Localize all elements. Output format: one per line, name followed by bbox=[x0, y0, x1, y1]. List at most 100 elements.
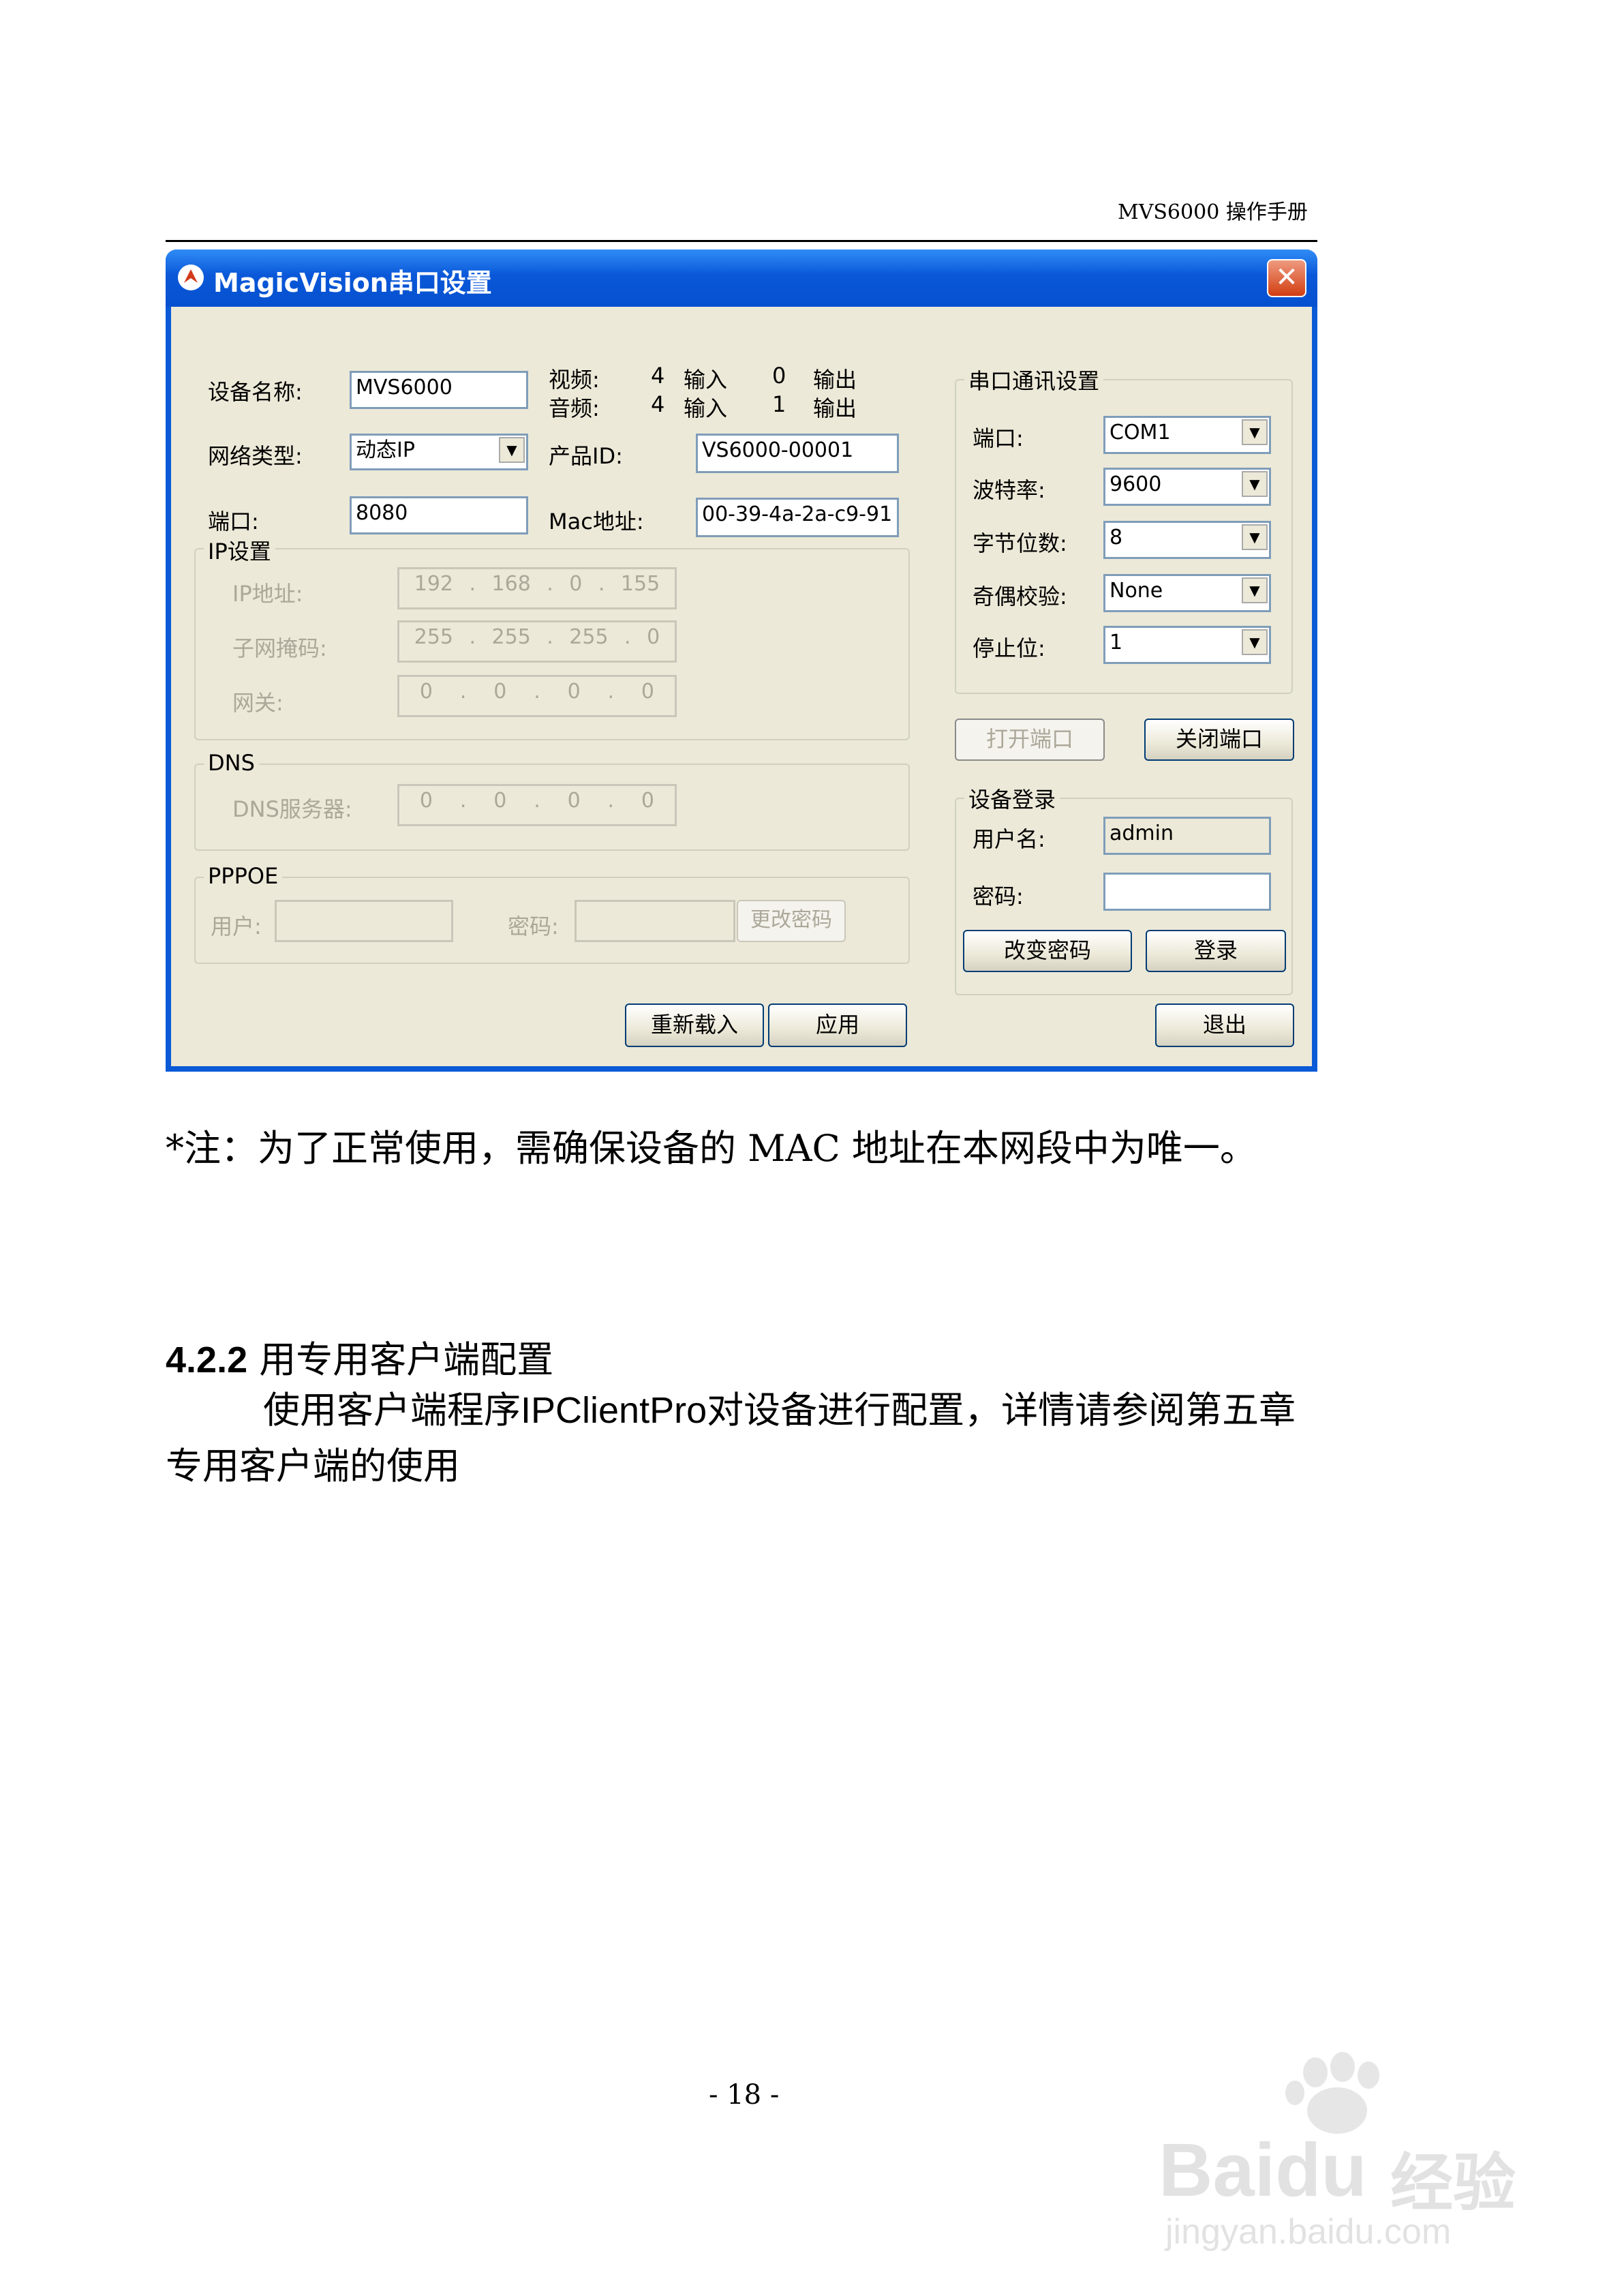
password-label: 密码: bbox=[973, 883, 1024, 909]
mask-octet-1: 255 bbox=[414, 625, 453, 649]
pppoe-group: PPPOE 用户: 密码: 更改密码 bbox=[194, 863, 910, 964]
watermark-brand: Bai bbox=[1159, 2128, 1276, 2212]
page-number: - 18 - bbox=[709, 2079, 780, 2111]
device-login-title: 设备登录 bbox=[964, 783, 1060, 814]
serial-port-select[interactable]: COM1 ▼ bbox=[1103, 416, 1271, 454]
dns-group: DNS DNS服务器: 0. 0. 0. 0 bbox=[194, 750, 910, 851]
gateway-octet-4: 0 bbox=[641, 680, 654, 704]
ip-address-label: IP地址: bbox=[232, 581, 303, 607]
dns-server-label: DNS服务器: bbox=[232, 796, 352, 822]
gateway-input: 0. 0. 0. 0 bbox=[397, 675, 677, 717]
chevron-down-icon[interactable]: ▼ bbox=[499, 437, 525, 463]
mask-octet-2: 255 bbox=[491, 625, 531, 649]
ip-octet-2: 168 bbox=[491, 572, 531, 596]
dns-octet-3: 0 bbox=[567, 789, 581, 813]
stop-bits-label: 停止位: bbox=[973, 635, 1045, 661]
close-port-button[interactable]: 关闭端口 bbox=[1144, 719, 1294, 761]
note-text: *注：为了正常使用，需确保设备的 MAC 地址在本网段中为唯一。 bbox=[166, 1127, 1257, 1170]
change-password-button[interactable]: 改变密码 bbox=[963, 930, 1132, 972]
baud-rate-value: 9600 bbox=[1110, 472, 1162, 496]
audio-outputs: 1 bbox=[772, 391, 786, 417]
ip-octet-4: 155 bbox=[620, 572, 660, 596]
section-heading: 4.2.2 用专用客户端配置 bbox=[166, 1329, 553, 1383]
chevron-down-icon[interactable]: ▼ bbox=[1242, 524, 1268, 550]
data-bits-value: 8 bbox=[1110, 526, 1123, 549]
title-bar[interactable]: MagicVision串口设置 ✕ bbox=[166, 250, 1317, 307]
mask-octet-4: 0 bbox=[647, 625, 660, 649]
gateway-octet-1: 0 bbox=[419, 680, 433, 704]
ip-octet-1: 192 bbox=[414, 572, 453, 596]
serial-port-label: 端口: bbox=[973, 425, 1024, 451]
close-button[interactable]: ✕ bbox=[1267, 259, 1306, 297]
pppoe-user-input bbox=[275, 900, 453, 942]
parity-select[interactable]: None ▼ bbox=[1103, 574, 1271, 612]
dns-octet-2: 0 bbox=[493, 789, 507, 813]
baud-rate-label: 波特率: bbox=[973, 477, 1045, 503]
serial-settings-group: 串口通讯设置 端口: COM1 ▼ 波特率: 9600 ▼ 字节位数: 8 ▼ … bbox=[955, 364, 1293, 694]
gateway-octet-3: 0 bbox=[567, 680, 581, 704]
window-title: MagicVision串口设置 bbox=[213, 268, 492, 298]
program-name: IPClientPro bbox=[521, 1390, 707, 1431]
serial-settings-title: 串口通讯设置 bbox=[964, 364, 1104, 395]
ip-octet-3: 0 bbox=[569, 572, 583, 596]
video-label: 视频: bbox=[549, 367, 600, 393]
pppoe-password-input bbox=[575, 900, 735, 942]
subnet-mask-label: 子网掩码: bbox=[232, 635, 327, 661]
apply-button[interactable]: 应用 bbox=[768, 1003, 907, 1047]
pppoe-title: PPPOE bbox=[204, 863, 283, 889]
paragraph-part-2: 对设备进行配置，详情请参阅第五章 bbox=[707, 1389, 1296, 1432]
chevron-down-icon[interactable]: ▼ bbox=[1242, 629, 1268, 655]
mask-octet-3: 255 bbox=[569, 625, 609, 649]
mac-label: Mac地址: bbox=[549, 509, 644, 534]
device-name-input[interactable]: MVS6000 bbox=[350, 371, 528, 409]
baidu-watermark: Baidu 经验 jingyan.baidu.com bbox=[1159, 2052, 1540, 2256]
video-output-label: 输出 bbox=[813, 367, 857, 393]
product-id-field[interactable]: VS6000-00001 bbox=[696, 434, 899, 473]
audio-output-label: 输出 bbox=[813, 395, 857, 421]
dns-octet-4: 0 bbox=[641, 789, 654, 813]
paragraph-line-1: 使用客户端程序IPClientPro对设备进行配置，详情请参阅第五章 bbox=[263, 1380, 1296, 1434]
ip-address-input: 192. 168. 0. 155 bbox=[397, 567, 677, 609]
product-id-label: 产品ID: bbox=[549, 443, 623, 469]
section-title: 用专用客户端配置 bbox=[259, 1338, 554, 1381]
network-type-value: 动态IP bbox=[356, 438, 415, 462]
subnet-mask-input: 255. 255. 255. 0 bbox=[397, 620, 677, 663]
username-input[interactable]: admin bbox=[1103, 817, 1271, 855]
audio-input-label: 输入 bbox=[684, 395, 728, 421]
parity-value: None bbox=[1110, 579, 1163, 603]
ip-settings-title: IP设置 bbox=[204, 534, 275, 566]
video-inputs: 4 bbox=[651, 363, 665, 389]
serial-settings-window: MagicVision串口设置 ✕ 设备名称: MVS6000 视频: 4 输入… bbox=[166, 250, 1317, 1072]
device-login-group: 设备登录 用户名: admin 密码: 改变密码 登录 bbox=[955, 783, 1293, 995]
data-bits-select[interactable]: 8 ▼ bbox=[1103, 521, 1271, 559]
pppoe-user-label: 用户: bbox=[211, 913, 262, 939]
watermark-brand-2: du bbox=[1275, 2128, 1367, 2212]
ip-settings-group: IP设置 IP地址: 192. 168. 0. 155 子网掩码: 255. 2… bbox=[194, 534, 910, 740]
running-header: MVS6000 操作手册 bbox=[1118, 200, 1308, 224]
exit-button[interactable]: 退出 bbox=[1155, 1003, 1294, 1047]
network-type-label: 网络类型: bbox=[208, 443, 303, 469]
paragraph-line-2: 专用客户端的使用 bbox=[166, 1445, 460, 1487]
serial-port-value: COM1 bbox=[1110, 421, 1171, 444]
chevron-down-icon[interactable]: ▼ bbox=[1242, 577, 1268, 603]
baud-rate-select[interactable]: 9600 ▼ bbox=[1103, 468, 1271, 506]
chevron-down-icon[interactable]: ▼ bbox=[1242, 471, 1268, 497]
reload-button[interactable]: 重新载入 bbox=[625, 1003, 764, 1047]
dns-title: DNS bbox=[204, 750, 259, 776]
watermark-url: jingyan.baidu.com bbox=[1165, 2212, 1452, 2252]
port-input[interactable]: 8080 bbox=[350, 496, 528, 534]
stop-bits-value: 1 bbox=[1110, 631, 1123, 654]
dns-octet-1: 0 bbox=[419, 789, 433, 813]
mac-field[interactable]: 00-39-4a-2a-c9-91 bbox=[696, 498, 899, 537]
open-port-button[interactable]: 打开端口 bbox=[955, 719, 1105, 761]
login-button[interactable]: 登录 bbox=[1146, 930, 1286, 972]
network-type-select[interactable]: 动态IP ▼ bbox=[350, 434, 528, 470]
password-input[interactable] bbox=[1103, 873, 1271, 911]
audio-inputs: 4 bbox=[651, 391, 665, 417]
chevron-down-icon[interactable]: ▼ bbox=[1242, 419, 1268, 445]
dialog-client-area: 设备名称: MVS6000 视频: 4 输入 0 输出 音频: 4 输入 1 输… bbox=[171, 307, 1312, 1066]
stop-bits-select[interactable]: 1 ▼ bbox=[1103, 626, 1271, 664]
change-pppoe-password-button: 更改密码 bbox=[737, 900, 846, 942]
watermark-product: 经验 bbox=[1390, 2147, 1516, 2220]
data-bits-label: 字节位数: bbox=[973, 530, 1067, 556]
